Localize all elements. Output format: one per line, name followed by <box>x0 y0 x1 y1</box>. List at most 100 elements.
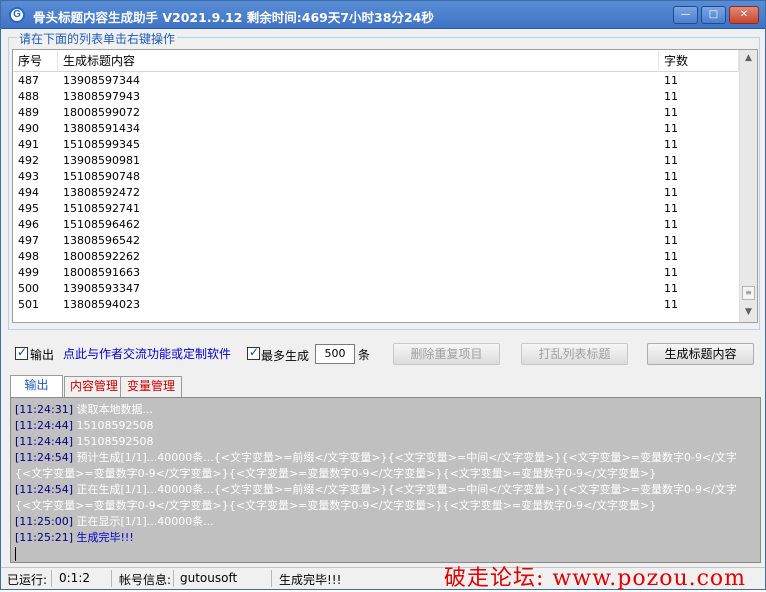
log-message: 读取本地数据... <box>76 403 154 416</box>
list-row[interactable]: 499 18008591663 11 <box>13 265 739 281</box>
log-message: 正在显示[1/1]...40000条... <box>76 515 214 528</box>
log-message: 15108592508 <box>76 435 154 448</box>
row-content: 13808596542 <box>63 234 140 247</box>
list-row[interactable]: 497 13808596542 11 <box>13 233 739 249</box>
log-message: {<文字变量>=变量数字0-9</文字变量>}{<文字变量>=变量数字0-9</… <box>15 499 657 512</box>
row-count: 11 <box>664 186 678 199</box>
watermark: 破走论坛: www.pozou.com <box>444 566 747 591</box>
row-count: 11 <box>664 282 678 295</box>
row-content: 13808592472 <box>63 186 140 199</box>
log-message: 15108592508 <box>76 419 154 432</box>
row-content: 13808591434 <box>63 122 140 135</box>
row-index: 499 <box>18 266 39 279</box>
account-value: gutousoft <box>180 571 238 585</box>
row-content: 18008591663 <box>63 266 140 279</box>
max-generate-label[interactable]: 最多生成 <box>261 347 309 364</box>
list-row[interactable]: 492 13908590981 11 <box>13 153 739 169</box>
log-timestamp: [11:25:21] <box>15 531 73 544</box>
list-row[interactable]: 496 15108596462 11 <box>13 217 739 233</box>
column-header-count[interactable]: 字数 <box>659 50 739 72</box>
log-line: {<文字变量>=变量数字0-9</文字变量>}{<文字变量>=变量数字0-9</… <box>15 466 756 482</box>
list-row[interactable]: 491 15108599345 11 <box>13 137 739 153</box>
status-divider <box>111 570 112 587</box>
row-index: 494 <box>18 186 39 199</box>
dedupe-button[interactable]: 删除重复项目 <box>393 343 500 365</box>
status-state: 生成完毕!!! <box>279 573 342 587</box>
shuffle-button[interactable]: 打乱列表标题 <box>521 343 628 365</box>
row-index: 490 <box>18 122 39 135</box>
row-count: 11 <box>664 170 678 183</box>
list-row[interactable]: 487 13908597344 11 <box>13 73 739 89</box>
log-message: 正在生成[1/1]...40000条...{<文字变量>=前缀</文字变量>}{… <box>76 483 737 496</box>
log-line: [11:24:54] 预计生成[1/1]...40000条...{<文字变量>=… <box>15 450 756 466</box>
list-row[interactable]: 488 13808597943 11 <box>13 89 739 105</box>
scroll-thumb[interactable]: ≡ <box>742 286 755 300</box>
contact-author-link[interactable]: 点此与作者交流功能或定制软件 <box>63 345 231 362</box>
log-line: [11:24:54] 正在生成[1/1]...40000条...{<文字变量>=… <box>15 482 756 498</box>
log-message: 预计生成[1/1]...40000条...{<文字变量>=前缀</文字变量>}{… <box>76 451 737 464</box>
row-content: 13908590981 <box>63 154 140 167</box>
title-bar[interactable]: G 骨头标题内容生成助手 V2021.9.12 剩余时间:469天7小时38分2… <box>1 1 765 29</box>
row-content: 15108590748 <box>63 170 140 183</box>
close-button[interactable]: ✕ <box>729 6 759 24</box>
list-row[interactable]: 495 15108592741 11 <box>13 201 739 217</box>
tab-content-management[interactable]: 内容管理 <box>64 376 124 397</box>
row-content: 13808597943 <box>63 90 140 103</box>
status-divider <box>271 570 272 587</box>
list-row[interactable]: 500 13908593347 11 <box>13 281 739 297</box>
close-icon: ✕ <box>739 9 749 20</box>
column-header-content[interactable]: 生成标题内容 <box>58 50 659 72</box>
output-checkbox[interactable]: ✓ <box>15 345 28 360</box>
row-content: 18008592262 <box>63 250 140 263</box>
log-line: [11:24:44] 15108592508 <box>15 434 756 450</box>
column-header-index[interactable]: 序号 <box>13 50 58 72</box>
row-index: 488 <box>18 90 39 103</box>
row-content: 15108596462 <box>63 218 140 231</box>
row-count: 11 <box>664 90 678 103</box>
account-label: 帐号信息: <box>119 573 172 587</box>
row-content: 13908597344 <box>63 74 140 87</box>
generate-button[interactable]: 生成标题内容 <box>647 343 754 365</box>
row-content: 18008599072 <box>63 106 140 119</box>
log-timestamp: [11:24:54] <box>15 483 73 496</box>
row-count: 11 <box>664 250 678 263</box>
row-index: 489 <box>18 106 39 119</box>
row-index: 497 <box>18 234 39 247</box>
list-row[interactable]: 498 18008592262 11 <box>13 249 739 265</box>
row-index: 500 <box>18 282 39 295</box>
scroll-down-icon[interactable]: ▼ <box>740 304 757 321</box>
tab-output[interactable]: 输出 <box>10 375 63 398</box>
row-content: 15108599345 <box>63 138 140 151</box>
list-scrollbar[interactable]: ▲ ≡ ▼ <box>739 50 757 322</box>
output-checkbox-label[interactable]: 输出 <box>30 346 54 363</box>
title-list-view[interactable]: 序号 生成标题内容 字数 487 13908597344 11 488 13808597… <box>12 49 758 323</box>
row-count: 11 <box>664 122 678 135</box>
list-header: 序号 生成标题内容 字数 <box>13 50 739 72</box>
window-title: 骨头标题内容生成助手 V2021.9.12 剩余时间:469天7小时38分24秒 <box>33 10 434 25</box>
running-time-label: 已运行: <box>7 573 48 587</box>
text-cursor <box>15 547 16 561</box>
tab-variable-management[interactable]: 变量管理 <box>120 376 182 397</box>
app-logo-icon: G <box>9 7 25 23</box>
list-row[interactable]: 494 13808592472 11 <box>13 185 739 201</box>
minimize-button[interactable]: — <box>673 6 698 24</box>
row-count: 11 <box>664 154 678 167</box>
list-row[interactable]: 501 13808594023 11 <box>13 297 739 313</box>
row-count: 11 <box>664 138 678 151</box>
scroll-up-icon[interactable]: ▲ <box>740 50 757 67</box>
row-count: 11 <box>664 74 678 87</box>
row-count: 11 <box>664 298 678 311</box>
row-index: 491 <box>18 138 39 151</box>
list-row[interactable]: 493 15108590748 11 <box>13 169 739 185</box>
maximize-button[interactable]: □ <box>701 6 726 24</box>
row-index: 487 <box>18 74 39 87</box>
list-row[interactable]: 490 13808591434 11 <box>13 121 739 137</box>
max-generate-checkbox[interactable]: ✓ <box>247 345 260 360</box>
status-divider <box>173 570 174 587</box>
output-log[interactable]: [11:24:31] 读取本地数据... [11:24:44] 151085925… <box>10 397 761 563</box>
controls-row: ✓ 输出 点此与作者交流功能或定制软件 ✓ 最多生成 500 条 删除重复项目 … <box>1 343 765 365</box>
log-line: [11:24:31] 读取本地数据... <box>15 402 756 418</box>
list-row[interactable]: 489 18008599072 11 <box>13 105 739 121</box>
row-count: 11 <box>664 218 678 231</box>
max-generate-input[interactable]: 500 <box>315 344 355 364</box>
